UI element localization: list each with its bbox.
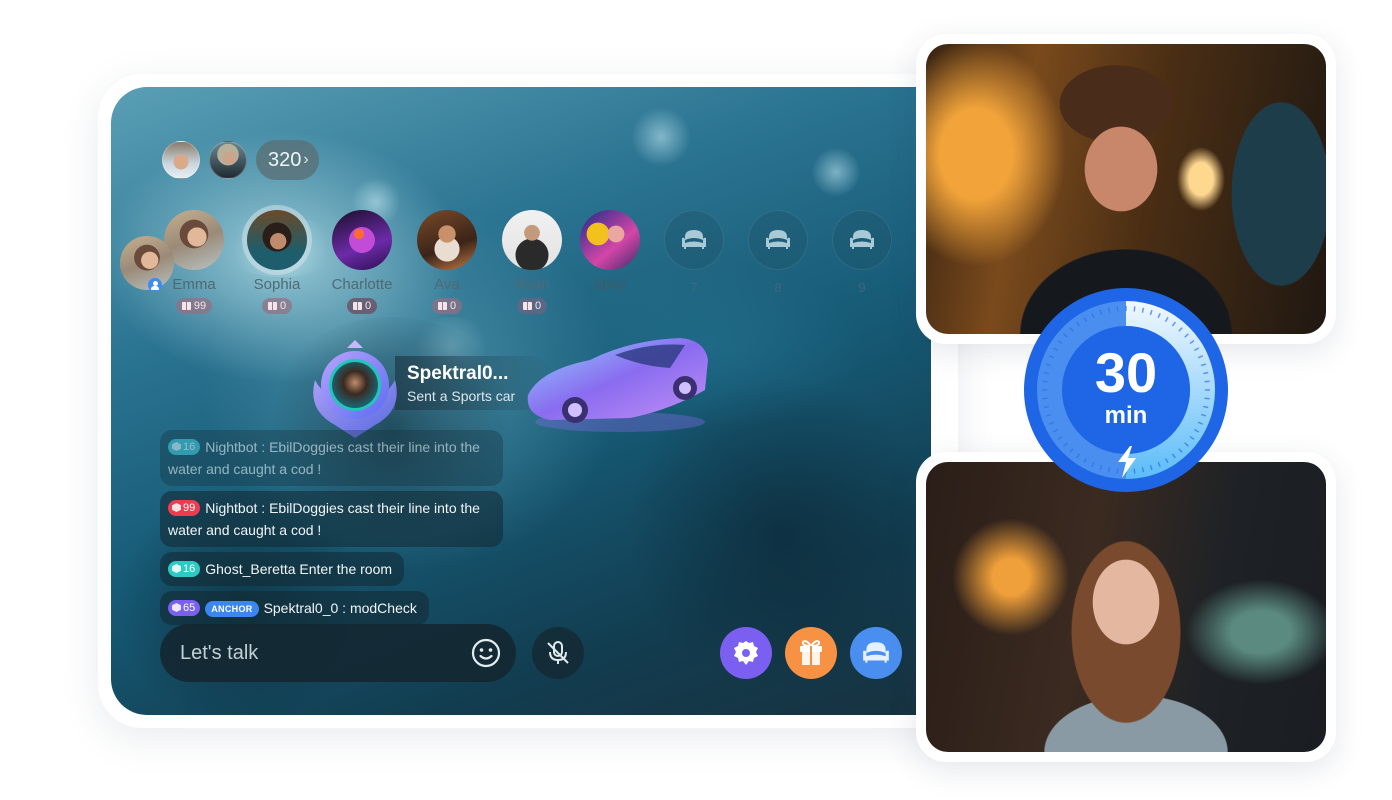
viewer-count-button[interactable]: 320 › bbox=[256, 140, 319, 180]
chat-input[interactable] bbox=[180, 641, 470, 665]
viewer-strip[interactable]: 320 › bbox=[162, 140, 319, 180]
seat-avatar[interactable] bbox=[502, 210, 562, 270]
seat-number: 7 bbox=[690, 280, 698, 295]
timer-tick bbox=[1116, 306, 1119, 312]
settings-button[interactable] bbox=[720, 627, 772, 679]
host-icon bbox=[148, 278, 162, 292]
chat-message: 99 Nightbot : EbilDoggies cast their line… bbox=[160, 491, 503, 547]
gift-icon bbox=[352, 302, 362, 310]
mic-toggle-button[interactable] bbox=[532, 627, 584, 679]
chat-list[interactable]: 16 Nightbot : EbilDoggies cast their line… bbox=[160, 430, 505, 630]
viewer-avatar[interactable] bbox=[162, 141, 200, 179]
sender-badge-frame bbox=[313, 340, 397, 438]
seat-number: 9 bbox=[858, 280, 866, 295]
seat-4[interactable]: Ava 0 bbox=[407, 210, 487, 315]
seat-avatar-secondary bbox=[120, 236, 174, 290]
seat-slot[interactable] bbox=[664, 210, 724, 270]
seat-avatar[interactable] bbox=[580, 210, 640, 270]
chat-text: Nightbot : EbilDoggies cast their line i… bbox=[168, 500, 480, 538]
empty-seat-8[interactable]: 8 bbox=[738, 210, 818, 295]
take-seat-button[interactable] bbox=[850, 627, 902, 679]
timer-tick bbox=[1133, 306, 1136, 312]
gift-count-badge: 0 bbox=[431, 298, 463, 314]
empty-seat-9[interactable]: 9 bbox=[822, 210, 902, 295]
seat-6[interactable]: abey bbox=[570, 210, 650, 293]
chat-message: 16 Ghost_Beretta Enter the room bbox=[160, 552, 405, 586]
gift-message: Sent a Sports car bbox=[407, 388, 516, 404]
level-badge: 65 bbox=[168, 599, 201, 616]
sofa-icon bbox=[863, 642, 889, 663]
timer-value: 30 bbox=[1094, 341, 1158, 404]
viewer-count: 320 bbox=[268, 148, 302, 171]
level-icon bbox=[172, 603, 181, 612]
seat-2[interactable]: Sophia 0 bbox=[237, 210, 317, 315]
level-icon bbox=[172, 442, 181, 451]
timer-tick bbox=[1107, 467, 1111, 473]
gift-icon bbox=[437, 302, 447, 310]
timer-tick bbox=[1141, 467, 1145, 473]
gift-count-badge: 99 bbox=[175, 298, 213, 314]
level-badge: 16 bbox=[168, 438, 201, 455]
seat-5[interactable]: Ryan 0 bbox=[492, 210, 572, 315]
seat-name: Ryan bbox=[514, 276, 550, 293]
gift-count-badge: 0 bbox=[346, 298, 378, 314]
viewer-avatar[interactable] bbox=[209, 141, 247, 179]
chat-text: Ghost_Beretta Enter the room bbox=[205, 561, 393, 577]
sofa-icon bbox=[682, 230, 706, 249]
chat-input-bar bbox=[160, 624, 516, 682]
seat-number: 8 bbox=[774, 280, 782, 295]
seat-avatar[interactable] bbox=[120, 210, 224, 292]
sofa-icon bbox=[850, 230, 874, 249]
gift-icon bbox=[181, 302, 191, 310]
gift-sender-name: Spektral0... bbox=[407, 363, 509, 384]
timer-tick bbox=[1116, 468, 1119, 474]
chat-message: 65 ANCHOR Spektral0_0 : modCheck bbox=[160, 591, 429, 625]
chevron-right-icon: › bbox=[303, 151, 309, 168]
seat-1[interactable]: Emma 99 bbox=[120, 210, 234, 315]
gift-count-badge: 0 bbox=[261, 298, 293, 314]
gear-icon bbox=[734, 641, 758, 665]
seat-avatar[interactable] bbox=[332, 210, 392, 270]
sofa-icon bbox=[766, 230, 790, 249]
seat-avatar[interactable] bbox=[247, 210, 307, 270]
level-icon bbox=[172, 564, 181, 573]
chat-text: Spektral0_0 : modCheck bbox=[263, 600, 417, 616]
chat-message: 16 Nightbot : EbilDoggies cast their line… bbox=[160, 430, 503, 486]
timer-unit: min bbox=[1104, 402, 1148, 429]
level-badge: 99 bbox=[168, 499, 201, 516]
anchor-badge: ANCHOR bbox=[205, 601, 259, 617]
seat-3[interactable]: Charlotte 0 bbox=[322, 210, 402, 315]
gift-button[interactable] bbox=[785, 627, 837, 679]
seat-name: Charlotte bbox=[331, 276, 393, 293]
empty-seat-7[interactable]: 7 bbox=[654, 210, 734, 295]
seat-avatar[interactable] bbox=[417, 210, 477, 270]
seat-name: Ava bbox=[434, 276, 460, 293]
emoji-icon[interactable] bbox=[470, 637, 502, 669]
level-badge: 16 bbox=[168, 560, 201, 577]
seat-name: Sophia bbox=[253, 276, 301, 293]
gift-icon bbox=[267, 302, 277, 310]
sports-car-gift-icon bbox=[527, 338, 708, 432]
timer-tick bbox=[1141, 307, 1145, 313]
gift-icon bbox=[522, 302, 532, 310]
timer-tick bbox=[1133, 468, 1136, 474]
mic-off-icon bbox=[547, 641, 569, 664]
seat-slot[interactable] bbox=[748, 210, 808, 270]
streamer-photo-female bbox=[926, 462, 1326, 752]
gift-count-badge: 0 bbox=[516, 298, 548, 314]
gift-icon bbox=[800, 640, 822, 665]
timer-tick bbox=[1107, 307, 1111, 313]
seat-name: abey bbox=[593, 276, 627, 293]
level-icon bbox=[172, 503, 181, 512]
chat-text: Nightbot : EbilDoggies cast their line i… bbox=[168, 439, 480, 477]
seat-slot[interactable] bbox=[832, 210, 892, 270]
